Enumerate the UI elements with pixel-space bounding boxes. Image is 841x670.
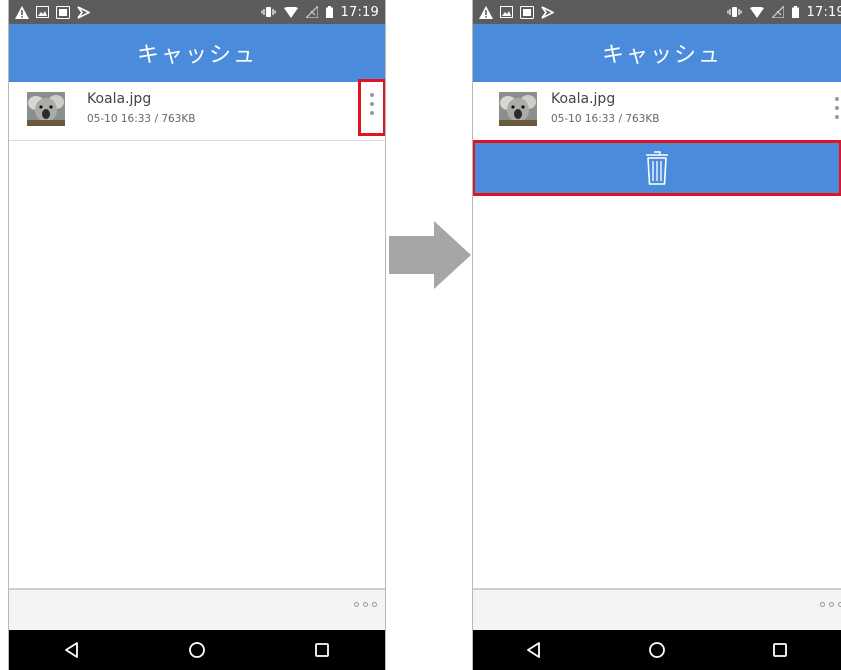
menu-dot-icon [370,93,374,97]
system-indicators: 17:19 [726,3,841,21]
home-icon [649,642,665,658]
list-item[interactable]: Koala.jpg 05-10 16:33 / 763KB [9,79,385,141]
menu-dot-icon [370,111,374,115]
more-options-icon[interactable] [354,602,377,607]
file-meta: 05-10 16:33 / 763KB [87,113,196,125]
status-time: 17:19 [340,4,379,20]
play-store-icon [541,5,554,19]
bottom-bar [9,588,385,632]
system-nav-bar [9,630,385,670]
battery-icon [791,6,799,18]
wifi-icon [283,6,298,18]
status-time: 17:19 [806,4,841,20]
signal-icon [305,6,318,18]
notification-icons [479,4,554,20]
menu-dot-icon [835,115,839,119]
home-icon [189,642,205,658]
koala-thumbnail [499,92,537,126]
image-icon [500,6,513,18]
image-icon [36,6,49,18]
menu-dot-icon [835,97,839,101]
play-store-icon [77,5,90,19]
back-icon [64,642,78,658]
trash-icon[interactable] [645,151,669,185]
status-bar: 17:19 [473,0,841,24]
list-item[interactable]: Koala.jpg 05-10 16:33 / 763KB [473,82,841,141]
system-indicators: 17:19 [260,3,379,21]
app-bar-title: キャッシュ [473,24,841,82]
home-button[interactable] [637,635,677,665]
phone-screen-before: 17:19 キャッシュ Koala.jpg 05-10 16:33 / 763K… [8,0,386,670]
back-icon [527,642,541,658]
recents-button[interactable] [760,635,800,665]
recents-button[interactable] [302,635,342,665]
cache-file-list: Koala.jpg 05-10 16:33 / 763KB [9,79,385,141]
transition-arrow-icon [389,221,471,289]
delete-action-bar[interactable] [473,140,841,196]
more-options-icon[interactable] [820,602,841,607]
koala-thumbnail [27,92,65,126]
cache-file-list: Koala.jpg 05-10 16:33 / 763KB [473,82,841,196]
home-button[interactable] [177,635,217,665]
warning-icon [15,5,29,19]
gallery-icon [520,5,534,19]
file-name: Koala.jpg [551,91,616,107]
phone-screen-after: 17:19 キャッシュ Koala.jpg 05-10 16:33 / 763K… [472,0,841,670]
wifi-icon [749,6,764,18]
signal-icon [771,6,784,18]
vibrate-icon [260,7,276,17]
vibrate-icon [726,7,742,17]
file-name: Koala.jpg [87,91,152,107]
notification-icons [15,4,90,20]
bottom-bar [473,588,841,632]
back-button[interactable] [514,635,554,665]
battery-icon [325,6,333,18]
back-button[interactable] [52,635,92,665]
menu-dot-icon [835,106,839,110]
recents-icon [772,643,787,657]
gallery-icon [56,5,70,19]
file-meta: 05-10 16:33 / 763KB [551,113,660,125]
warning-icon [479,5,493,19]
overflow-menu-button[interactable] [831,92,841,128]
app-bar-title: キャッシュ [9,24,385,82]
menu-dot-icon [370,102,374,106]
system-nav-bar [473,630,841,670]
status-bar: 17:19 [9,0,385,24]
recents-icon [315,643,330,657]
overflow-menu-button[interactable] [358,79,385,136]
